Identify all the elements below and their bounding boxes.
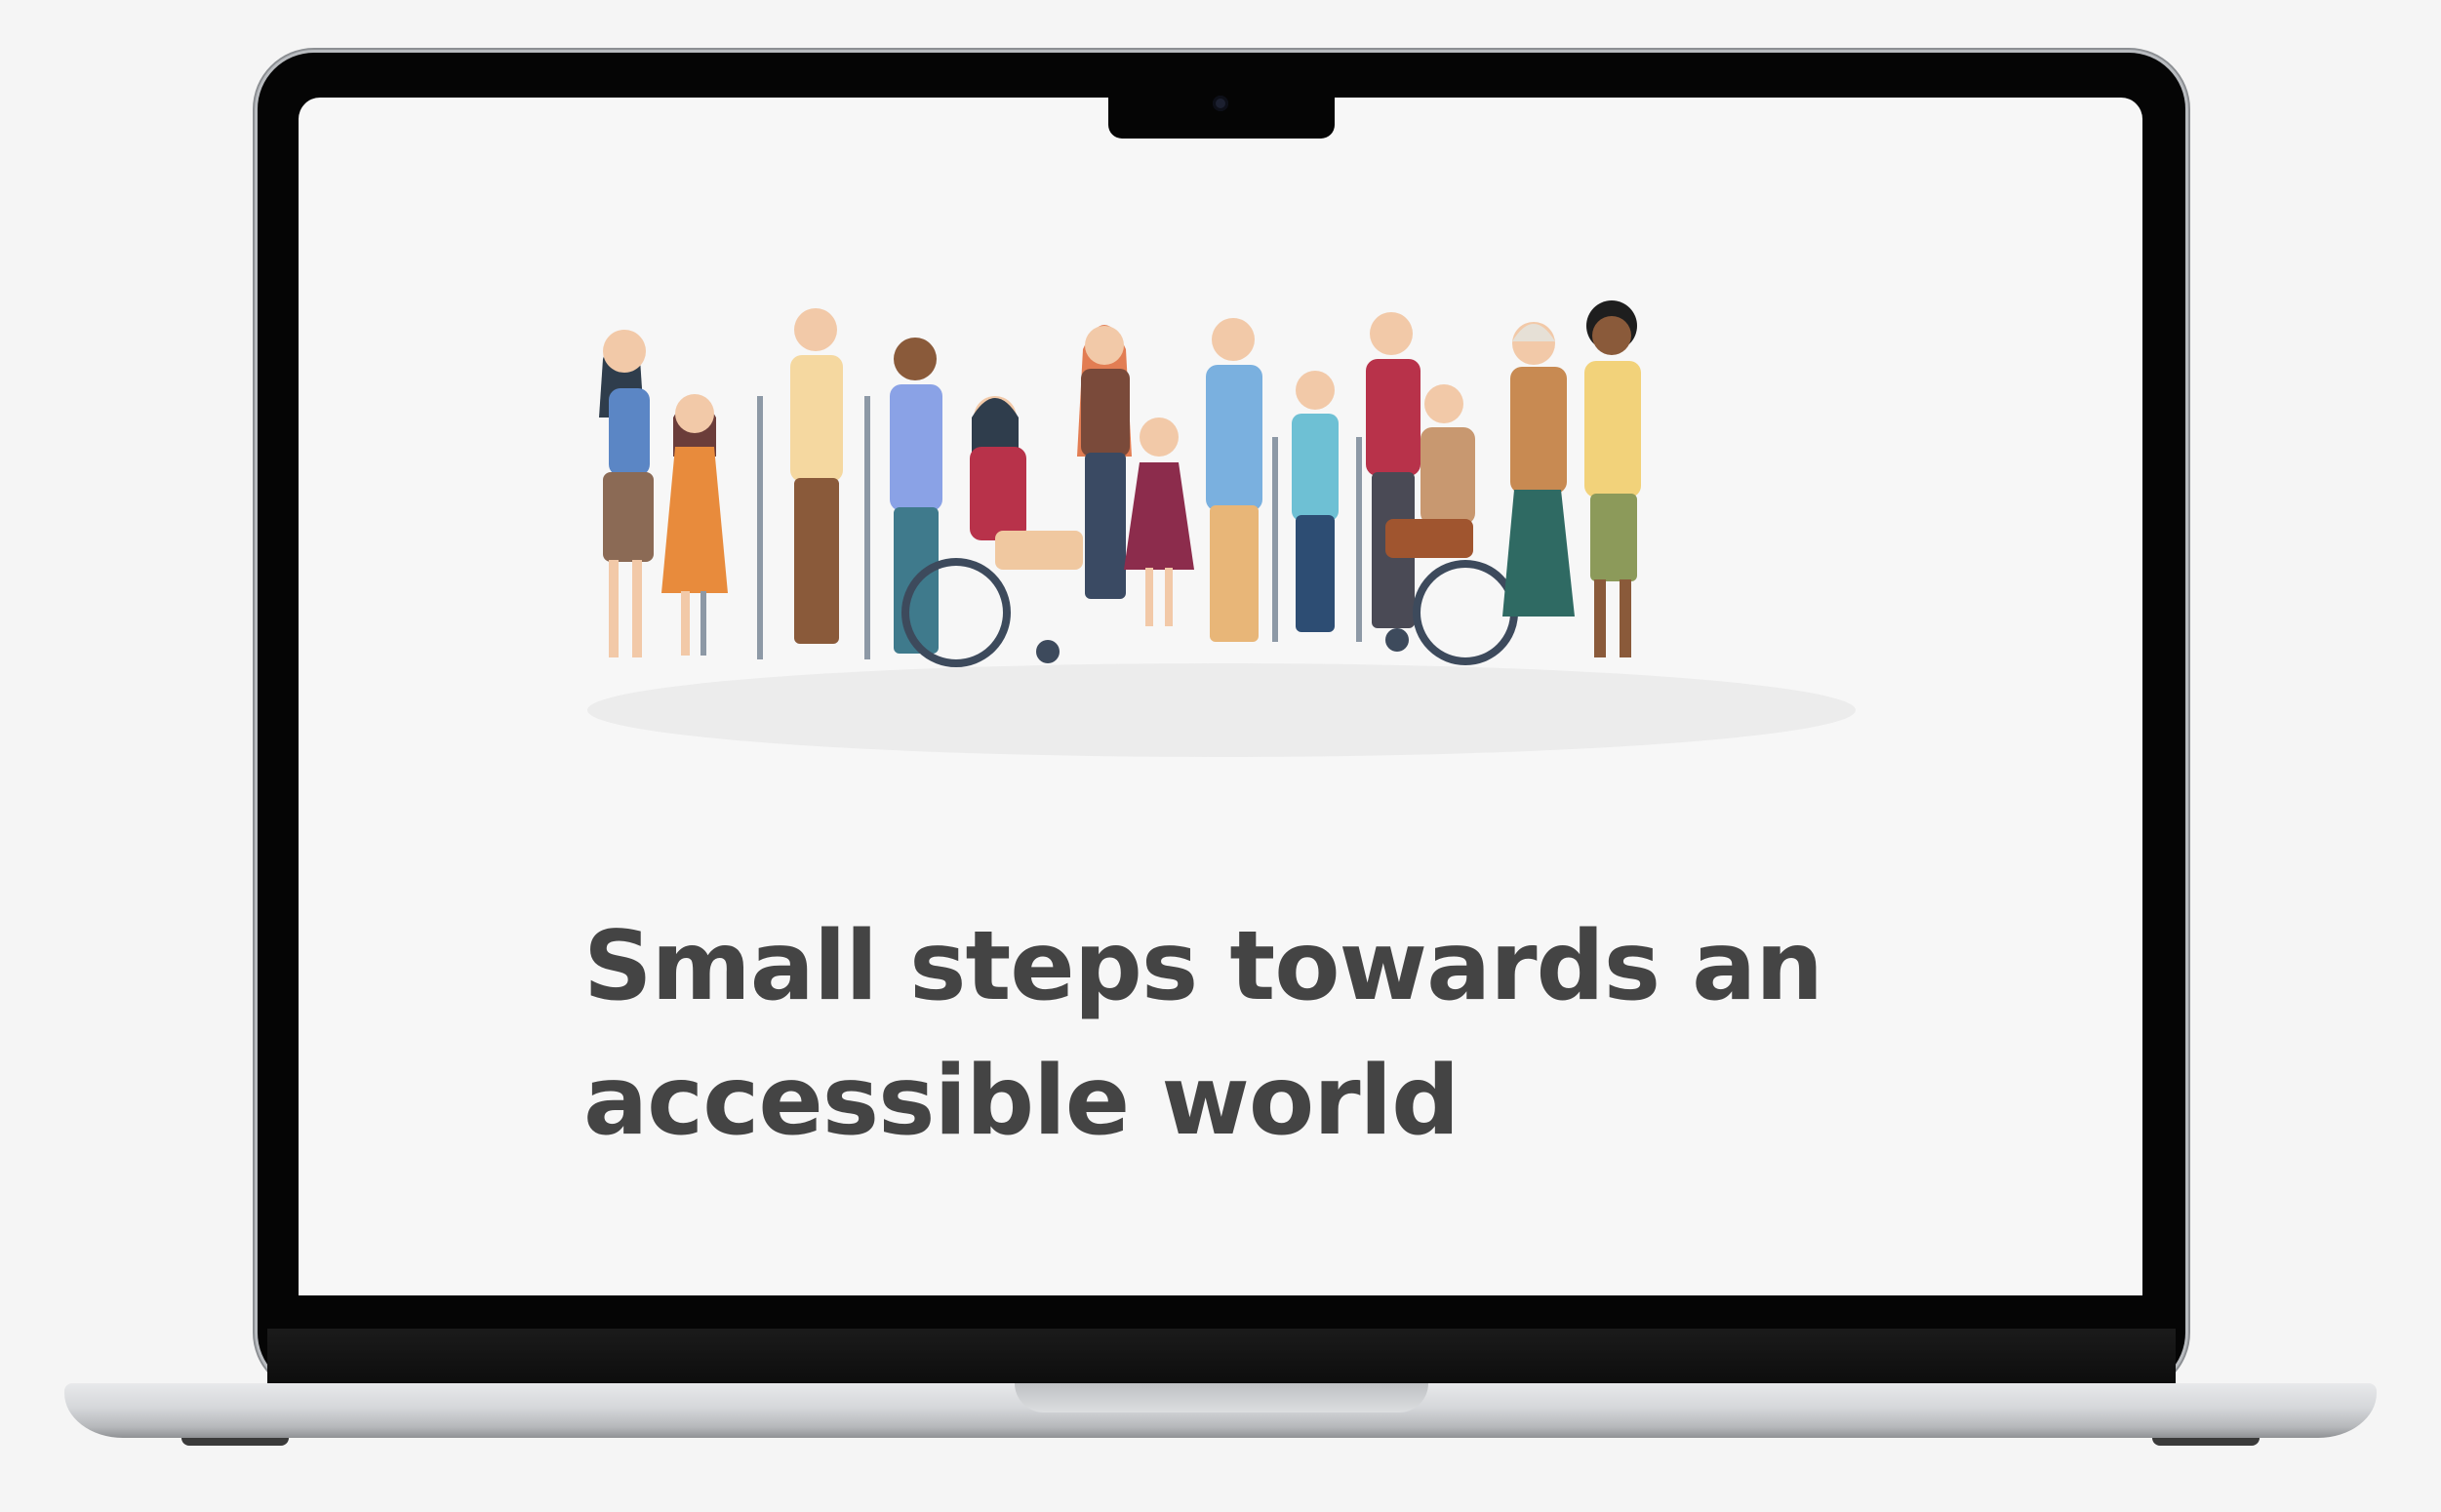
hero-headline: Small steps towards an accessible world xyxy=(583,899,1823,1169)
headline-line-1: Small steps towards an xyxy=(583,911,1823,1022)
person-man-crutches xyxy=(757,308,870,659)
person-man-yellow-shirt xyxy=(1584,300,1641,657)
people-illustration xyxy=(587,300,1856,757)
person-woman-blue-top xyxy=(599,330,654,657)
ground-shadow xyxy=(587,663,1856,757)
person-man-purple-shirt xyxy=(890,338,942,654)
person-girl-purple-dress xyxy=(1124,418,1194,626)
person-elderly-woman xyxy=(1502,322,1575,617)
laptop-hinge xyxy=(267,1329,2176,1387)
laptop-foot-left xyxy=(181,1438,289,1446)
person-girl-orange-dress xyxy=(661,394,728,656)
laptop-mockup: Small steps towards an accessible world xyxy=(0,0,2441,1512)
headline-line-2: accessible world xyxy=(583,1046,1460,1157)
person-man-red-shirt xyxy=(1366,312,1421,628)
person-man-light-blue-shirt xyxy=(1206,318,1262,642)
person-boy-cast xyxy=(1272,371,1362,642)
person-woman-brown-top xyxy=(1077,325,1132,599)
camera-icon xyxy=(1213,96,1228,111)
laptop-foot-right xyxy=(2152,1438,2260,1446)
laptop-opening-groove xyxy=(1015,1383,1428,1413)
